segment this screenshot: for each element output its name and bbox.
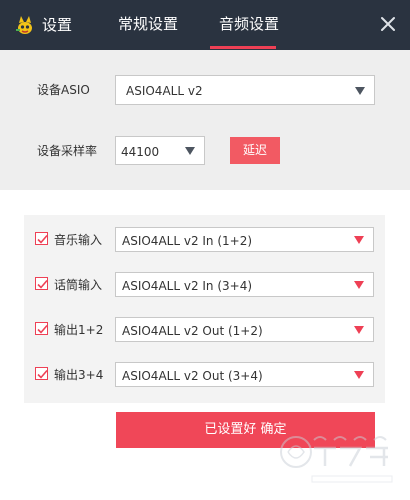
window-title: 设置 <box>42 16 73 34</box>
tab-general-settings[interactable]: 常规设置 <box>118 14 178 34</box>
tab-audio-settings[interactable]: 音频设置 <box>219 14 279 34</box>
output-3-4-checkbox[interactable] <box>35 367 48 380</box>
watermark-logo <box>280 436 393 483</box>
title-bar: 设置 常规设置 音频设置 <box>0 0 410 50</box>
sample-rate-value: 44100 <box>121 145 160 159</box>
chevron-down-icon <box>185 147 195 155</box>
check-icon <box>37 369 48 379</box>
chevron-down-icon <box>354 326 364 334</box>
music-input-value: ASIO4ALL v2 In (1+2) <box>122 234 253 248</box>
check-icon <box>37 279 48 289</box>
app-logo-icon <box>16 16 32 34</box>
asio-select[interactable]: ASIO4ALL v2 <box>115 75 375 105</box>
mic-input-label: 话筒输入 <box>54 278 103 292</box>
check-icon <box>37 234 48 244</box>
mic-input-select[interactable]: ASIO4ALL v2 In (3+4) <box>115 272 374 297</box>
check-icon <box>37 324 48 334</box>
output-3-4-label: 输出3+4 <box>54 368 104 382</box>
output-1-2-select[interactable]: ASIO4ALL v2 Out (1+2) <box>115 317 374 342</box>
chevron-down-icon <box>354 281 364 289</box>
output-3-4-value: ASIO4ALL v2 Out (3+4) <box>122 369 263 383</box>
active-tab-indicator <box>210 46 276 49</box>
mic-input-checkbox[interactable] <box>35 277 48 290</box>
sample-rate-select[interactable]: 44100 <box>115 136 205 165</box>
device-settings-panel <box>0 50 410 190</box>
music-input-checkbox[interactable] <box>35 232 48 245</box>
close-icon[interactable] <box>378 14 398 34</box>
output-1-2-checkbox[interactable] <box>35 322 48 335</box>
output-1-2-label: 输出1+2 <box>54 323 104 337</box>
sample-rate-label: 设备采样率 <box>37 144 98 158</box>
music-input-select[interactable]: ASIO4ALL v2 In (1+2) <box>115 227 374 252</box>
chevron-down-icon <box>354 371 364 379</box>
asio-select-value: ASIO4ALL v2 <box>126 84 203 98</box>
asio-label: 设备ASIO <box>37 83 90 97</box>
chevron-down-icon <box>355 87 365 95</box>
mic-input-value: ASIO4ALL v2 In (3+4) <box>122 279 253 293</box>
chevron-down-icon <box>354 236 364 244</box>
output-3-4-select[interactable]: ASIO4ALL v2 Out (3+4) <box>115 362 374 387</box>
delay-button[interactable]: 延迟 <box>230 137 280 164</box>
output-1-2-value: ASIO4ALL v2 Out (1+2) <box>122 324 263 338</box>
music-input-label: 音乐输入 <box>54 233 103 247</box>
